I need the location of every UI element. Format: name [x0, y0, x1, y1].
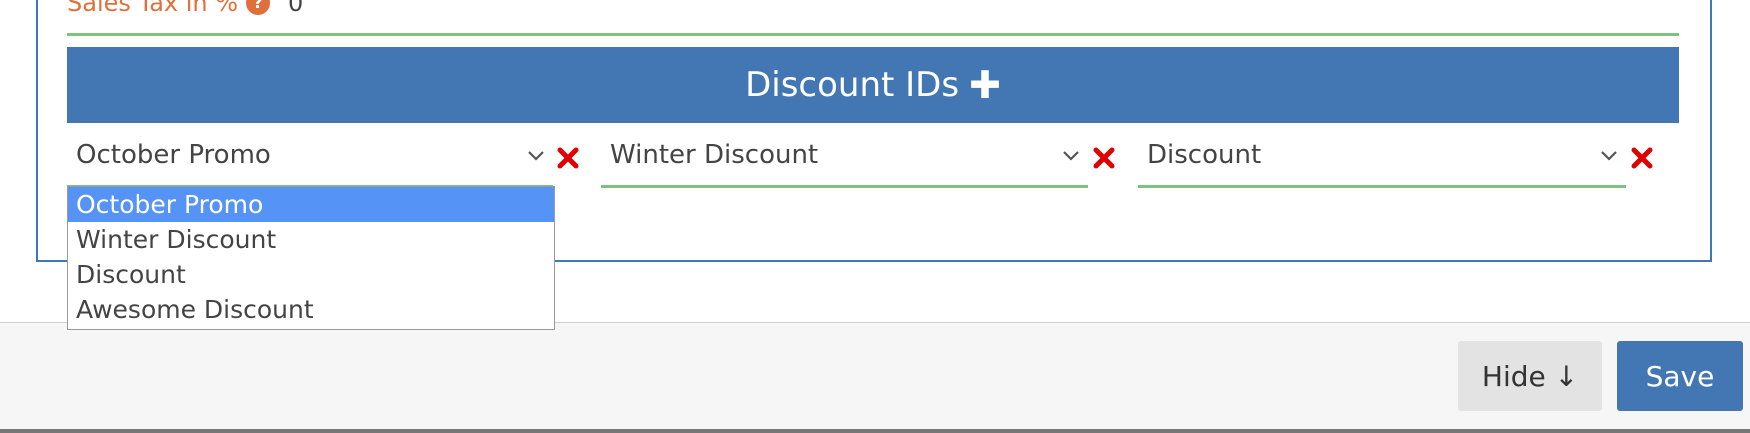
plus-icon[interactable]: ✚	[969, 66, 1001, 104]
dropdown-option[interactable]: October Promo	[68, 187, 554, 222]
footer-bottom-border	[0, 429, 1750, 433]
footer-bar: Hide ↓ Save	[0, 322, 1750, 433]
chevron-down-icon	[1601, 151, 1617, 161]
discount-select-1-value: October Promo	[76, 140, 271, 170]
discount-select-2-value: Winter Discount	[610, 140, 819, 170]
discount-select-2[interactable]: Winter Discount	[601, 132, 1088, 188]
discount-dropdown-list: October Promo Winter Discount Discount A…	[67, 186, 555, 330]
discount-ids-title: Discount IDs	[745, 65, 960, 105]
chevron-down-icon	[528, 151, 544, 161]
save-button[interactable]: Save	[1617, 341, 1743, 411]
remove-icon[interactable]	[556, 146, 580, 170]
hide-button[interactable]: Hide ↓	[1458, 341, 1602, 411]
chevron-down-icon	[1063, 151, 1079, 161]
discount-select-1[interactable]: October Promo	[67, 132, 553, 188]
remove-icon[interactable]	[1092, 146, 1116, 170]
sales-tax-row: Sales Tax in % ? 0	[67, 0, 303, 18]
sales-tax-value[interactable]: 0	[288, 0, 303, 17]
discount-ids-header: Discount IDs ✚	[67, 47, 1679, 123]
dropdown-option[interactable]: Discount	[68, 257, 554, 292]
dropdown-option[interactable]: Awesome Discount	[68, 292, 554, 327]
sales-tax-label: Sales Tax in %	[67, 0, 239, 17]
dropdown-option[interactable]: Winter Discount	[68, 222, 554, 257]
discount-settings-screen: Sales Tax in % ? 0 Discount IDs ✚ Octobe…	[0, 0, 1750, 433]
remove-icon[interactable]	[1630, 146, 1654, 170]
discount-select-3-value: Discount	[1147, 140, 1262, 170]
question-circle-icon[interactable]: ?	[246, 0, 271, 15]
sales-tax-underline	[67, 33, 1679, 36]
discount-select-3[interactable]: Discount	[1138, 132, 1626, 188]
